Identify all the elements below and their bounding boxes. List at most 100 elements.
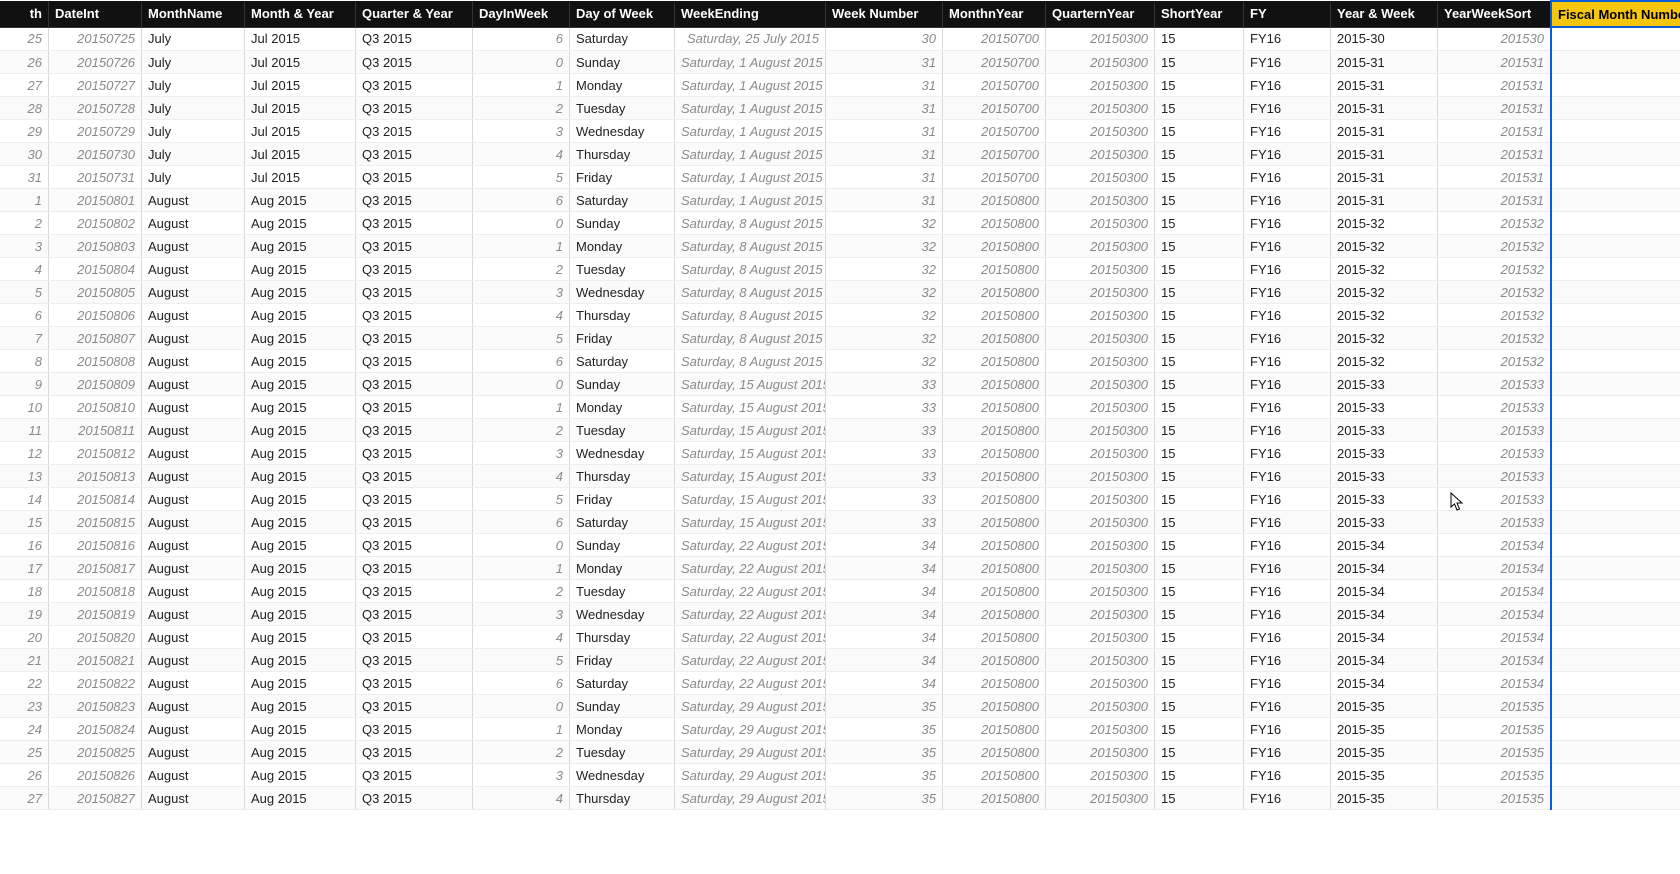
cell-dayinweek[interactable]: 6 xyxy=(473,350,570,373)
cell-monthyear[interactable]: Aug 2015 xyxy=(245,304,356,327)
cell-fy[interactable]: FY16 xyxy=(1244,189,1331,212)
cell-dayinweek[interactable]: 1 xyxy=(473,74,570,97)
col-header-monthyear[interactable]: Month & Year xyxy=(245,1,356,27)
cell-monthname[interactable]: August xyxy=(142,764,245,787)
cell-yearweeksort[interactable]: 201531 xyxy=(1438,120,1552,143)
cell-quarternyear[interactable]: 20150300 xyxy=(1046,442,1155,465)
cell-monthnyear[interactable]: 20150800 xyxy=(943,281,1046,304)
table-row[interactable]: 1120150811AugustAug 2015Q3 20152TuesdayS… xyxy=(0,419,1680,442)
cell-monthyear[interactable]: Aug 2015 xyxy=(245,580,356,603)
cell-dayinweek[interactable]: 0 xyxy=(473,695,570,718)
cell-monthnyear[interactable]: 20150800 xyxy=(943,580,1046,603)
cell-yearweeksort[interactable]: 201532 xyxy=(1438,235,1552,258)
cell-yearweek[interactable]: 2015-33 xyxy=(1331,465,1438,488)
cell-weeknumber[interactable]: 34 xyxy=(826,603,943,626)
cell-quarternyear[interactable]: 20150300 xyxy=(1046,143,1155,166)
cell-quarteryear[interactable]: Q3 2015 xyxy=(356,258,473,281)
cell-weeknumber[interactable]: 33 xyxy=(826,373,943,396)
cell-shortyear[interactable]: 15 xyxy=(1155,166,1244,189)
cell-yearweek[interactable]: 2015-35 xyxy=(1331,695,1438,718)
cell-dateint[interactable]: 20150826 xyxy=(49,764,142,787)
cell-monthnyear[interactable]: 20150800 xyxy=(943,235,1046,258)
cell-yearweeksort[interactable]: 201533 xyxy=(1438,419,1552,442)
table-row[interactable]: 2320150823AugustAug 2015Q3 20150SundaySa… xyxy=(0,695,1680,718)
cell-monthname[interactable]: August xyxy=(142,718,245,741)
cell-fy[interactable]: FY16 xyxy=(1244,626,1331,649)
table-row[interactable]: 920150809AugustAug 2015Q3 20150SundaySat… xyxy=(0,373,1680,396)
cell-dayinweek[interactable]: 1 xyxy=(473,557,570,580)
cell-monthname[interactable]: August xyxy=(142,373,245,396)
cell-yearweeksort[interactable]: 201534 xyxy=(1438,534,1552,557)
cell-weekending[interactable]: Saturday, 8 August 2015 xyxy=(675,212,826,235)
cell-monthyear[interactable]: Jul 2015 xyxy=(245,97,356,120)
cell-yearweeksort[interactable]: 201530 xyxy=(1438,27,1552,51)
cell-fy[interactable]: FY16 xyxy=(1244,419,1331,442)
cell-dateint[interactable]: 20150804 xyxy=(49,258,142,281)
cell-fiscal-month-number[interactable]: 2 xyxy=(1551,718,1680,741)
cell-quarteryear[interactable]: Q3 2015 xyxy=(356,27,473,51)
cell-dateint[interactable]: 20150731 xyxy=(49,166,142,189)
cell-rownum[interactable]: 15 xyxy=(0,511,49,534)
col-header-fy[interactable]: FY xyxy=(1244,1,1331,27)
cell-monthname[interactable]: August xyxy=(142,649,245,672)
cell-quarternyear[interactable]: 20150300 xyxy=(1046,419,1155,442)
cell-quarteryear[interactable]: Q3 2015 xyxy=(356,189,473,212)
cell-yearweek[interactable]: 2015-31 xyxy=(1331,74,1438,97)
cell-dateint[interactable]: 20150813 xyxy=(49,465,142,488)
cell-weeknumber[interactable]: 33 xyxy=(826,465,943,488)
cell-quarternyear[interactable]: 20150300 xyxy=(1046,97,1155,120)
cell-fiscal-month-number[interactable]: 1 xyxy=(1551,143,1680,166)
cell-weeknumber[interactable]: 32 xyxy=(826,327,943,350)
cell-quarternyear[interactable]: 20150300 xyxy=(1046,511,1155,534)
col-header-dayofweek[interactable]: Day of Week xyxy=(570,1,675,27)
cell-yearweeksort[interactable]: 201535 xyxy=(1438,695,1552,718)
cell-weekending[interactable]: Saturday, 22 August 2015 xyxy=(675,672,826,695)
cell-dayinweek[interactable]: 4 xyxy=(473,304,570,327)
cell-shortyear[interactable]: 15 xyxy=(1155,465,1244,488)
cell-monthnyear[interactable]: 20150800 xyxy=(943,419,1046,442)
cell-dateint[interactable]: 20150811 xyxy=(49,419,142,442)
cell-quarternyear[interactable]: 20150300 xyxy=(1046,258,1155,281)
cell-quarteryear[interactable]: Q3 2015 xyxy=(356,603,473,626)
cell-dayinweek[interactable]: 5 xyxy=(473,488,570,511)
cell-shortyear[interactable]: 15 xyxy=(1155,350,1244,373)
cell-yearweek[interactable]: 2015-34 xyxy=(1331,580,1438,603)
data-table[interactable]: th DateInt MonthName Month & Year Quarte… xyxy=(0,0,1680,810)
cell-yearweek[interactable]: 2015-32 xyxy=(1331,235,1438,258)
table-row[interactable]: 1920150819AugustAug 2015Q3 20153Wednesda… xyxy=(0,603,1680,626)
cell-monthname[interactable]: July xyxy=(142,51,245,74)
cell-dayofweek[interactable]: Thursday xyxy=(570,626,675,649)
cell-dateint[interactable]: 20150725 xyxy=(49,27,142,51)
cell-monthname[interactable]: July xyxy=(142,120,245,143)
cell-fiscal-month-number[interactable]: 2 xyxy=(1551,212,1680,235)
cell-dayofweek[interactable]: Monday xyxy=(570,74,675,97)
cell-weeknumber[interactable]: 33 xyxy=(826,419,943,442)
cell-monthname[interactable]: August xyxy=(142,419,245,442)
cell-fiscal-month-number[interactable]: 1 xyxy=(1551,51,1680,74)
cell-dayofweek[interactable]: Thursday xyxy=(570,465,675,488)
cell-weekending[interactable]: Saturday, 8 August 2015 xyxy=(675,350,826,373)
cell-weeknumber[interactable]: 35 xyxy=(826,741,943,764)
cell-weeknumber[interactable]: 31 xyxy=(826,51,943,74)
cell-dayinweek[interactable]: 4 xyxy=(473,465,570,488)
cell-yearweek[interactable]: 2015-34 xyxy=(1331,649,1438,672)
cell-monthnyear[interactable]: 20150700 xyxy=(943,74,1046,97)
table-row[interactable]: 2020150820AugustAug 2015Q3 20154Thursday… xyxy=(0,626,1680,649)
cell-weekending[interactable]: Saturday, 8 August 2015 xyxy=(675,258,826,281)
cell-rownum[interactable]: 9 xyxy=(0,373,49,396)
cell-weekending[interactable]: Saturday, 8 August 2015 xyxy=(675,281,826,304)
cell-dayofweek[interactable]: Wednesday xyxy=(570,120,675,143)
cell-weekending[interactable]: Saturday, 15 August 2015 xyxy=(675,488,826,511)
cell-dayofweek[interactable]: Monday xyxy=(570,557,675,580)
cell-shortyear[interactable]: 15 xyxy=(1155,281,1244,304)
table-row[interactable]: 3020150730JulyJul 2015Q3 20154ThursdaySa… xyxy=(0,143,1680,166)
cell-shortyear[interactable]: 15 xyxy=(1155,764,1244,787)
cell-quarternyear[interactable]: 20150300 xyxy=(1046,166,1155,189)
cell-monthyear[interactable]: Aug 2015 xyxy=(245,718,356,741)
cell-yearweeksort[interactable]: 201531 xyxy=(1438,143,1552,166)
cell-dayofweek[interactable]: Wednesday xyxy=(570,442,675,465)
cell-fy[interactable]: FY16 xyxy=(1244,649,1331,672)
cell-fy[interactable]: FY16 xyxy=(1244,27,1331,51)
table-row[interactable]: 420150804AugustAug 2015Q3 20152TuesdaySa… xyxy=(0,258,1680,281)
cell-fiscal-month-number[interactable]: 1 xyxy=(1551,27,1680,51)
